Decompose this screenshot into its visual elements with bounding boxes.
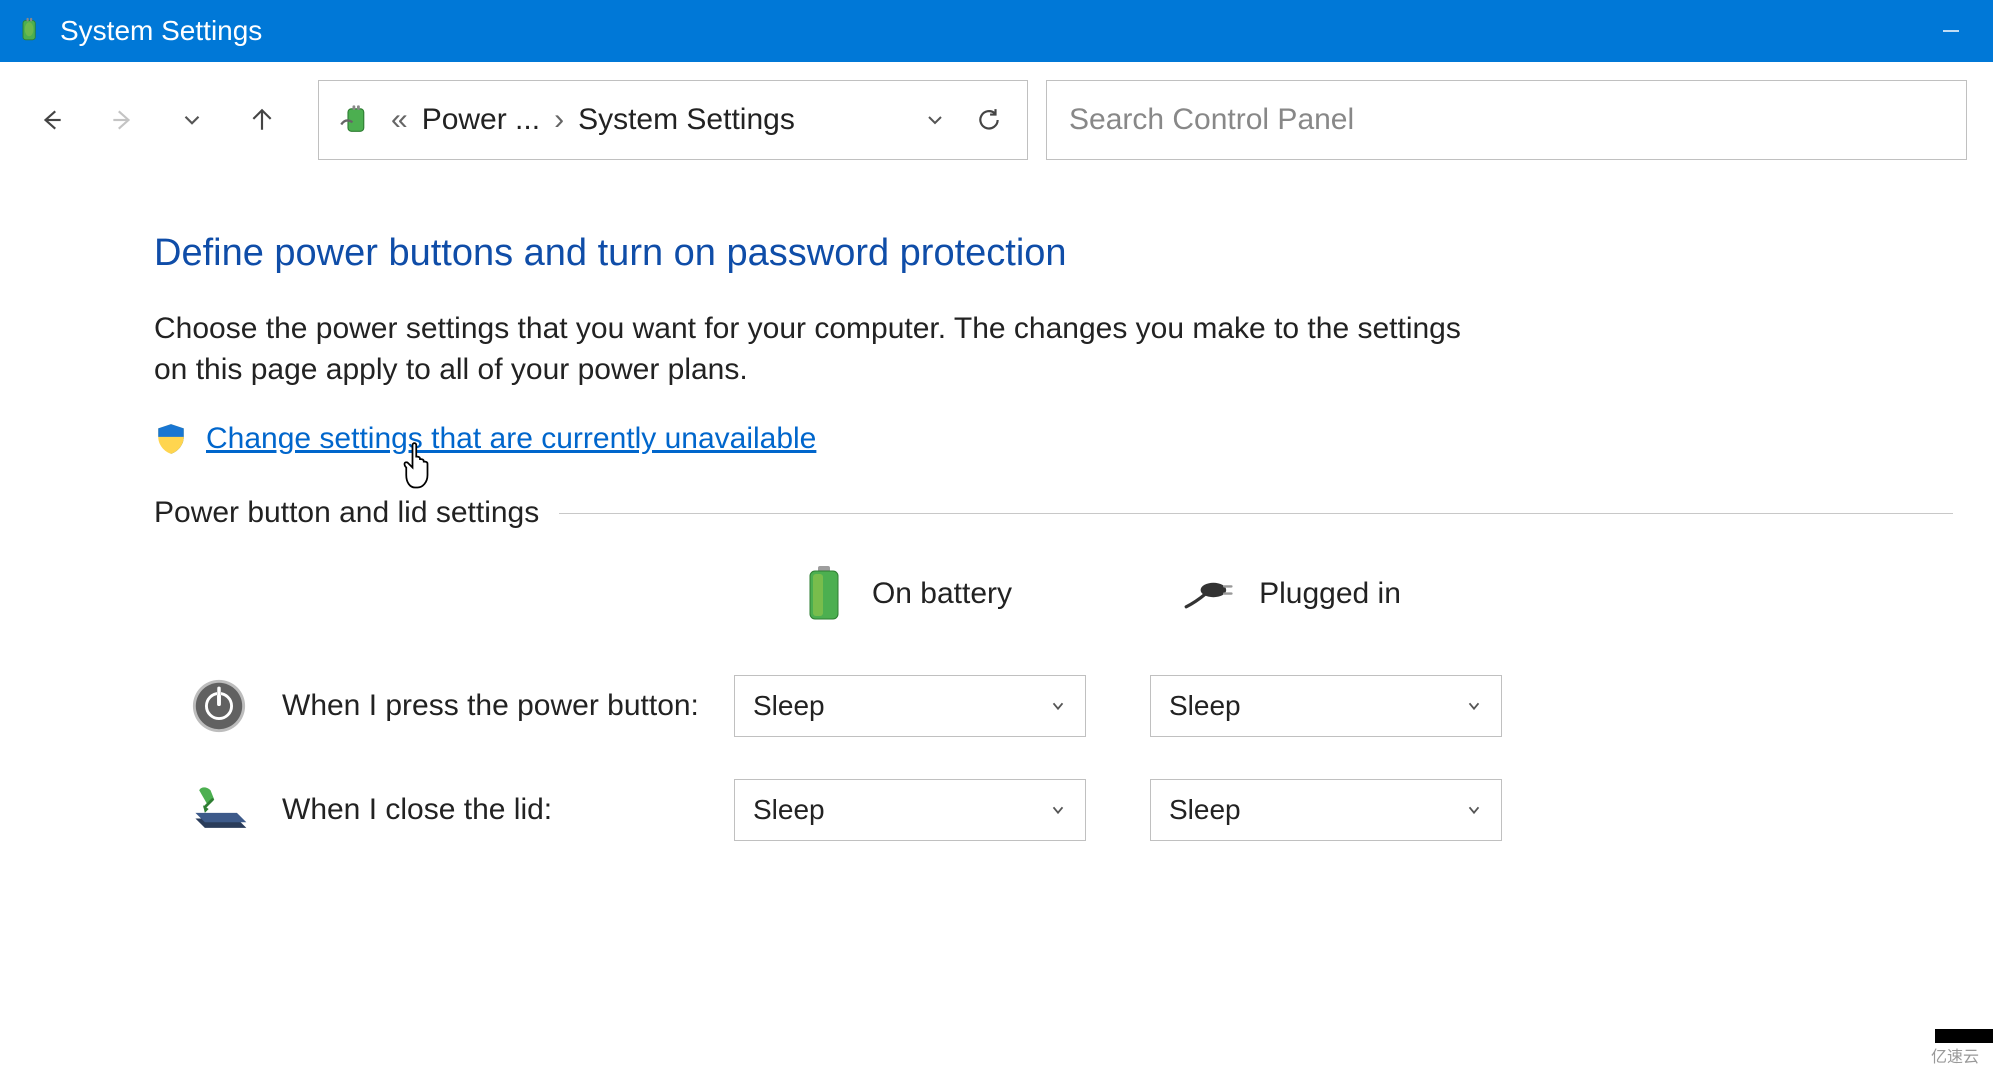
group-label: Power button and lid settings xyxy=(154,496,539,530)
setting-row-close-lid: When I close the lid: Sleep Sleep xyxy=(154,760,1953,860)
nav-back-button[interactable] xyxy=(26,94,78,146)
window-titlebar: System Settings xyxy=(0,0,1993,62)
chevron-down-icon xyxy=(1465,794,1483,826)
setting-row-label: When I press the power button: xyxy=(282,689,706,723)
select-value: Sleep xyxy=(1169,794,1241,826)
power-button-battery-select[interactable]: Sleep xyxy=(734,675,1086,737)
change-unavailable-settings-link[interactable]: Change settings that are currently unava… xyxy=(206,422,816,456)
address-dropdown-button[interactable] xyxy=(915,100,955,140)
window-title: System Settings xyxy=(60,15,1923,47)
setting-row-power-button: When I press the power button: Sleep Sle… xyxy=(154,656,1953,756)
search-input[interactable] xyxy=(1069,103,1944,137)
power-button-plugged-select[interactable]: Sleep xyxy=(1150,675,1502,737)
chevron-down-icon xyxy=(1049,690,1067,722)
column-on-battery: On battery xyxy=(710,566,1098,622)
setting-row-label: When I close the lid: xyxy=(282,793,706,827)
decorative-box xyxy=(1935,1029,1993,1043)
breadcrumb-separator: › xyxy=(554,103,564,137)
nav-forward-button[interactable] xyxy=(96,94,148,146)
power-button-icon xyxy=(184,671,254,741)
select-value: Sleep xyxy=(1169,690,1241,722)
shield-icon xyxy=(154,422,188,456)
app-icon xyxy=(14,15,46,47)
nav-up-button[interactable] xyxy=(236,94,288,146)
close-lid-plugged-select[interactable]: Sleep xyxy=(1150,779,1502,841)
close-lid-battery-select[interactable]: Sleep xyxy=(734,779,1086,841)
column-plugged-label: Plugged in xyxy=(1259,577,1401,611)
chevron-down-icon xyxy=(1049,794,1067,826)
group-header: Power button and lid settings xyxy=(154,496,1953,530)
nav-recent-dropdown[interactable] xyxy=(166,94,218,146)
column-battery-label: On battery xyxy=(872,577,1012,611)
chevron-down-icon xyxy=(1465,690,1483,722)
breadcrumb-chevrons[interactable]: « xyxy=(391,103,408,137)
select-value: Sleep xyxy=(753,794,825,826)
page-title: Define power buttons and turn on passwor… xyxy=(154,232,1953,275)
column-plugged-in: Plugged in xyxy=(1098,566,1486,622)
refresh-button[interactable] xyxy=(969,100,1009,140)
select-value: Sleep xyxy=(753,690,825,722)
page-description: Choose the power settings that you want … xyxy=(154,309,1494,390)
breadcrumb-root[interactable]: Power ... xyxy=(422,103,540,137)
minimize-button[interactable] xyxy=(1923,0,1979,62)
laptop-lid-icon xyxy=(184,775,254,845)
group-rule xyxy=(559,513,1953,514)
content-area: Define power buttons and turn on passwor… xyxy=(0,178,1993,860)
search-bar[interactable] xyxy=(1046,80,1967,160)
address-bar[interactable]: « Power ... › System Settings xyxy=(318,80,1028,160)
breadcrumb-current[interactable]: System Settings xyxy=(578,103,795,137)
column-headers: On battery Plugged in xyxy=(154,566,1953,622)
admin-link-row: Change settings that are currently unava… xyxy=(154,422,1953,456)
location-icon xyxy=(337,100,377,140)
plug-icon xyxy=(1183,566,1239,622)
watermark: 亿速云 xyxy=(1927,1043,1983,1067)
toolbar: « Power ... › System Settings xyxy=(0,62,1993,178)
battery-icon xyxy=(796,566,852,622)
